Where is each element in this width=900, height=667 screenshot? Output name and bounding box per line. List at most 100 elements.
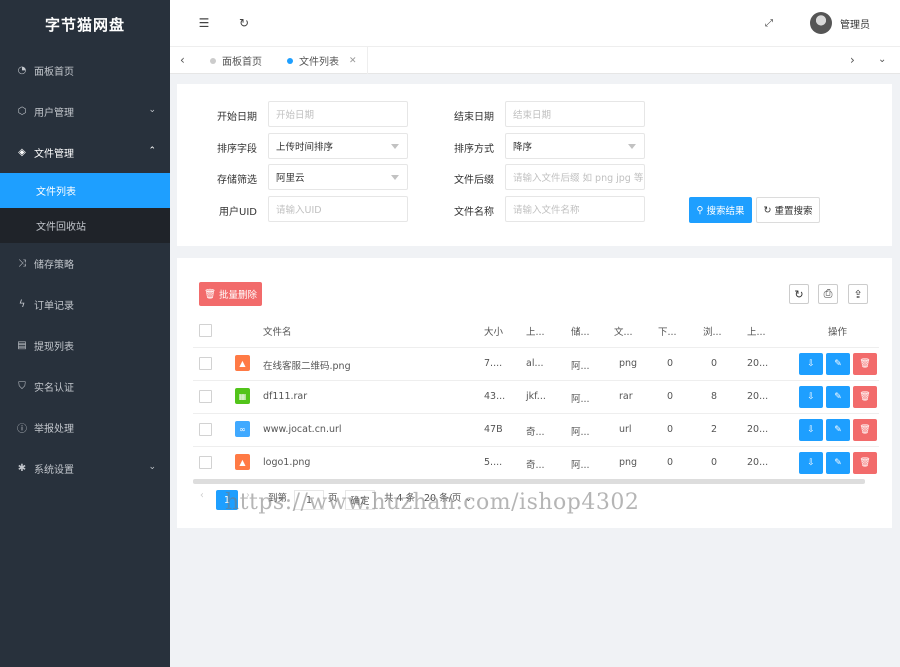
app-logo[interactable]: 字节猫网盘 (0, 0, 170, 50)
col-header-size[interactable]: 大小 (484, 324, 503, 338)
user-menu[interactable]: 管理员 (810, 12, 870, 34)
sidebar-item-reports[interactable]: ⓘ 举报处理 (0, 407, 170, 448)
file-type-icon: ▲ (235, 454, 250, 470)
edit-button[interactable]: ✎ (826, 386, 850, 408)
file-name-cell[interactable]: logo1.png (263, 457, 310, 468)
search-button[interactable]: ⚲ 搜索结果 (689, 197, 752, 223)
file-type-icon: ∞ (235, 421, 250, 437)
chevron-down-icon[interactable]: ⌄ (878, 54, 886, 65)
storage-cell: 阿... (571, 460, 590, 471)
row-checkbox[interactable] (199, 423, 212, 436)
sidebar-item-label: 储存策略 (34, 260, 74, 271)
col-header-downloads[interactable]: 下... (658, 324, 677, 338)
row-checkbox[interactable] (199, 357, 212, 370)
file-suffix-input[interactable]: 请输入文件后缀 如 png jpg 等 (505, 164, 645, 190)
views-cell: 8 (711, 391, 718, 402)
views-cell: 0 (711, 358, 718, 369)
caret-down-icon (391, 144, 399, 149)
layers-icon: ◈ (18, 147, 26, 158)
uploader-cell: jkf... (526, 391, 546, 402)
batch-delete-button[interactable]: 🗑 批量删除 (199, 282, 262, 306)
batch-delete-label: 批量删除 (219, 290, 258, 301)
end-date-input[interactable]: 结束日期 (505, 101, 645, 127)
edit-button[interactable]: ✎ (826, 452, 850, 474)
download-button[interactable]: ⇩ (799, 419, 823, 441)
sidebar-item-dashboard[interactable]: ◔ 面板首页 (0, 50, 170, 91)
refresh-icon[interactable]: ↻ (236, 15, 252, 31)
file-size-cell: 7.... (484, 358, 503, 369)
sidebar-item-files[interactable]: ◈ 文件管理 ⌃ (0, 132, 170, 173)
menu-toggle-icon[interactable]: ☰ (196, 15, 212, 31)
horizontal-scrollbar[interactable] (193, 479, 865, 484)
file-type-cell: png (619, 457, 638, 468)
sidebar-item-users[interactable]: ⬡ 用户管理 ⌄ (0, 91, 170, 132)
tab-label: 面板首页 (222, 57, 262, 68)
print-icon[interactable]: ⎙ (818, 284, 838, 304)
sidebar-item-storage-policy[interactable]: ⤨ 储存策略 (0, 243, 170, 284)
list-icon: ▤ (17, 340, 27, 351)
storage-filter-select[interactable]: 阿里云 (268, 164, 408, 190)
download-button[interactable]: ⇩ (799, 452, 823, 474)
file-type-cell: png (619, 358, 638, 369)
pager-prev-icon[interactable]: ‹ (200, 490, 204, 501)
sidebar-item-settings[interactable]: ✱ 系统设置 ⌄ (0, 448, 170, 489)
sidebar-item-label: 文件管理 (34, 149, 74, 160)
file-name-cell[interactable]: www.jocat.cn.url (263, 424, 342, 435)
start-date-input[interactable]: 开始日期 (268, 101, 408, 127)
tab-dashboard[interactable]: 面板首页 (200, 47, 272, 74)
storage-cell: 阿... (571, 361, 590, 372)
reset-button[interactable]: ↻ 重置搜索 (756, 197, 820, 223)
sidebar-item-label: 面板首页 (34, 67, 74, 78)
watermark-text: https://www.huzhan.com/ishop4302 (225, 490, 640, 515)
download-button[interactable]: ⇩ (799, 353, 823, 375)
caret-down-icon (628, 144, 636, 149)
storage-filter-value: 阿里云 (276, 173, 305, 184)
sidebar-item-label: 用户管理 (34, 108, 74, 119)
sort-order-select[interactable]: 降序 (505, 133, 645, 159)
fullscreen-icon[interactable]: ⤢ (761, 15, 777, 31)
col-header-uploader[interactable]: 上... (526, 324, 545, 338)
tab-file-list[interactable]: 文件列表 ✕ (277, 47, 368, 74)
file-size-cell: 5.... (484, 457, 503, 468)
edit-button[interactable]: ✎ (826, 353, 850, 375)
downloads-cell: 0 (667, 424, 674, 435)
sort-field-select[interactable]: 上传时间排序 (268, 133, 408, 159)
uid-input[interactable]: 请输入UID (268, 196, 408, 222)
export-icon[interactable]: ⇪ (848, 284, 868, 304)
select-all-checkbox[interactable] (199, 324, 212, 337)
col-header-upload-time[interactable]: 上... (747, 324, 766, 338)
edit-button[interactable]: ✎ (826, 419, 850, 441)
file-type-cell: rar (619, 391, 633, 402)
tab-scroll-left-icon[interactable]: ‹ (180, 53, 185, 67)
filename-input[interactable]: 请输入文件名称 (505, 196, 645, 222)
col-header-storage[interactable]: 储... (571, 324, 590, 338)
sidebar: 字节猫网盘 ◔ 面板首页 ⬡ 用户管理 ⌄ ◈ 文件管理 ⌃ 文件列表 文件回收… (0, 0, 170, 667)
row-checkbox[interactable] (199, 456, 212, 469)
download-button[interactable]: ⇩ (799, 386, 823, 408)
col-header-views[interactable]: 浏... (703, 324, 722, 338)
delete-button[interactable]: 🗑 (853, 452, 877, 474)
delete-button[interactable]: 🗑 (853, 419, 877, 441)
delete-button[interactable]: 🗑 (853, 353, 877, 375)
sidebar-subitem-file-list[interactable]: 文件列表 (0, 173, 170, 208)
table-refresh-icon[interactable]: ↻ (789, 284, 809, 304)
file-name-cell[interactable]: 在线客服二维码.png (263, 358, 351, 372)
col-header-filename[interactable]: 文件名 (263, 324, 292, 338)
views-cell: 2 (711, 424, 718, 435)
row-checkbox[interactable] (199, 390, 212, 403)
file-name-cell[interactable]: df111.rar (263, 391, 307, 402)
delete-button[interactable]: 🗑 (853, 386, 877, 408)
files-submenu: 文件列表 文件回收站 (0, 173, 170, 243)
downloads-cell: 0 (667, 358, 674, 369)
sidebar-item-orders[interactable]: ϟ 订单记录 (0, 284, 170, 325)
close-icon[interactable]: ✕ (349, 56, 357, 66)
tab-scroll-right-icon[interactable]: › (850, 53, 855, 67)
sort-field-label: 排序字段 (217, 144, 257, 155)
sidebar-subitem-recycle-bin[interactable]: 文件回收站 (0, 208, 170, 243)
sidebar-item-withdrawals[interactable]: ▤ 提现列表 (0, 325, 170, 366)
file-suffix-label: 文件后缀 (454, 175, 494, 186)
col-header-type[interactable]: 文... (614, 324, 633, 338)
storage-filter-label: 存储筛选 (217, 175, 257, 186)
search-icon: ⚲ (696, 204, 704, 216)
sidebar-item-verification[interactable]: ⛉ 实名认证 (0, 366, 170, 407)
